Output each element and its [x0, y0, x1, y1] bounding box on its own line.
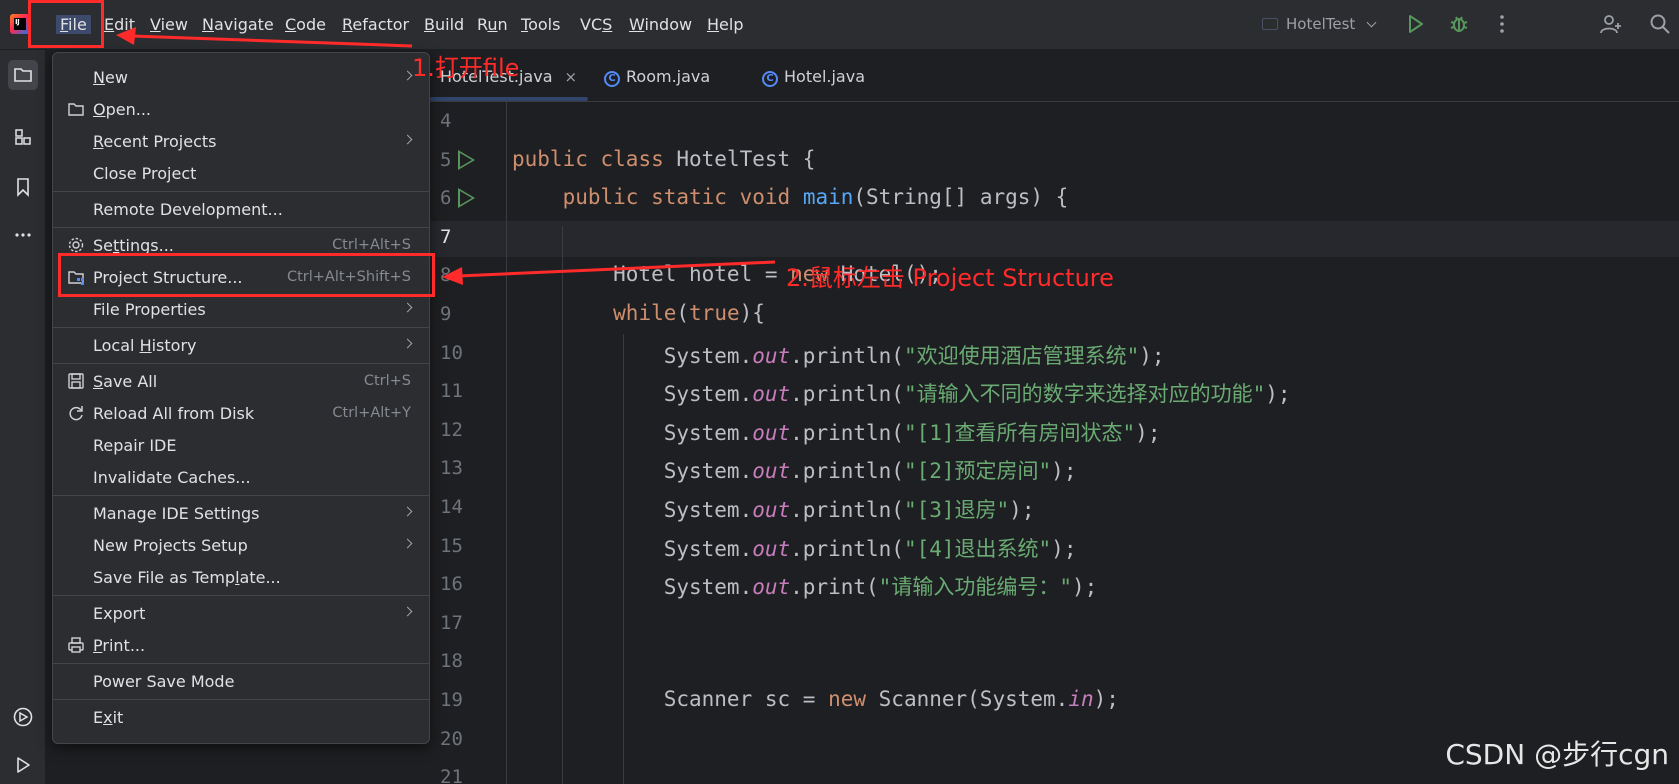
annotation-step2: 2.鼠标左击 Project Structure — [786, 264, 1114, 292]
annotation-step1: 1.打开file — [412, 54, 520, 82]
annotation-arrows — [116, 27, 776, 285]
watermark: CSDN @步行cgn — [1445, 738, 1669, 771]
